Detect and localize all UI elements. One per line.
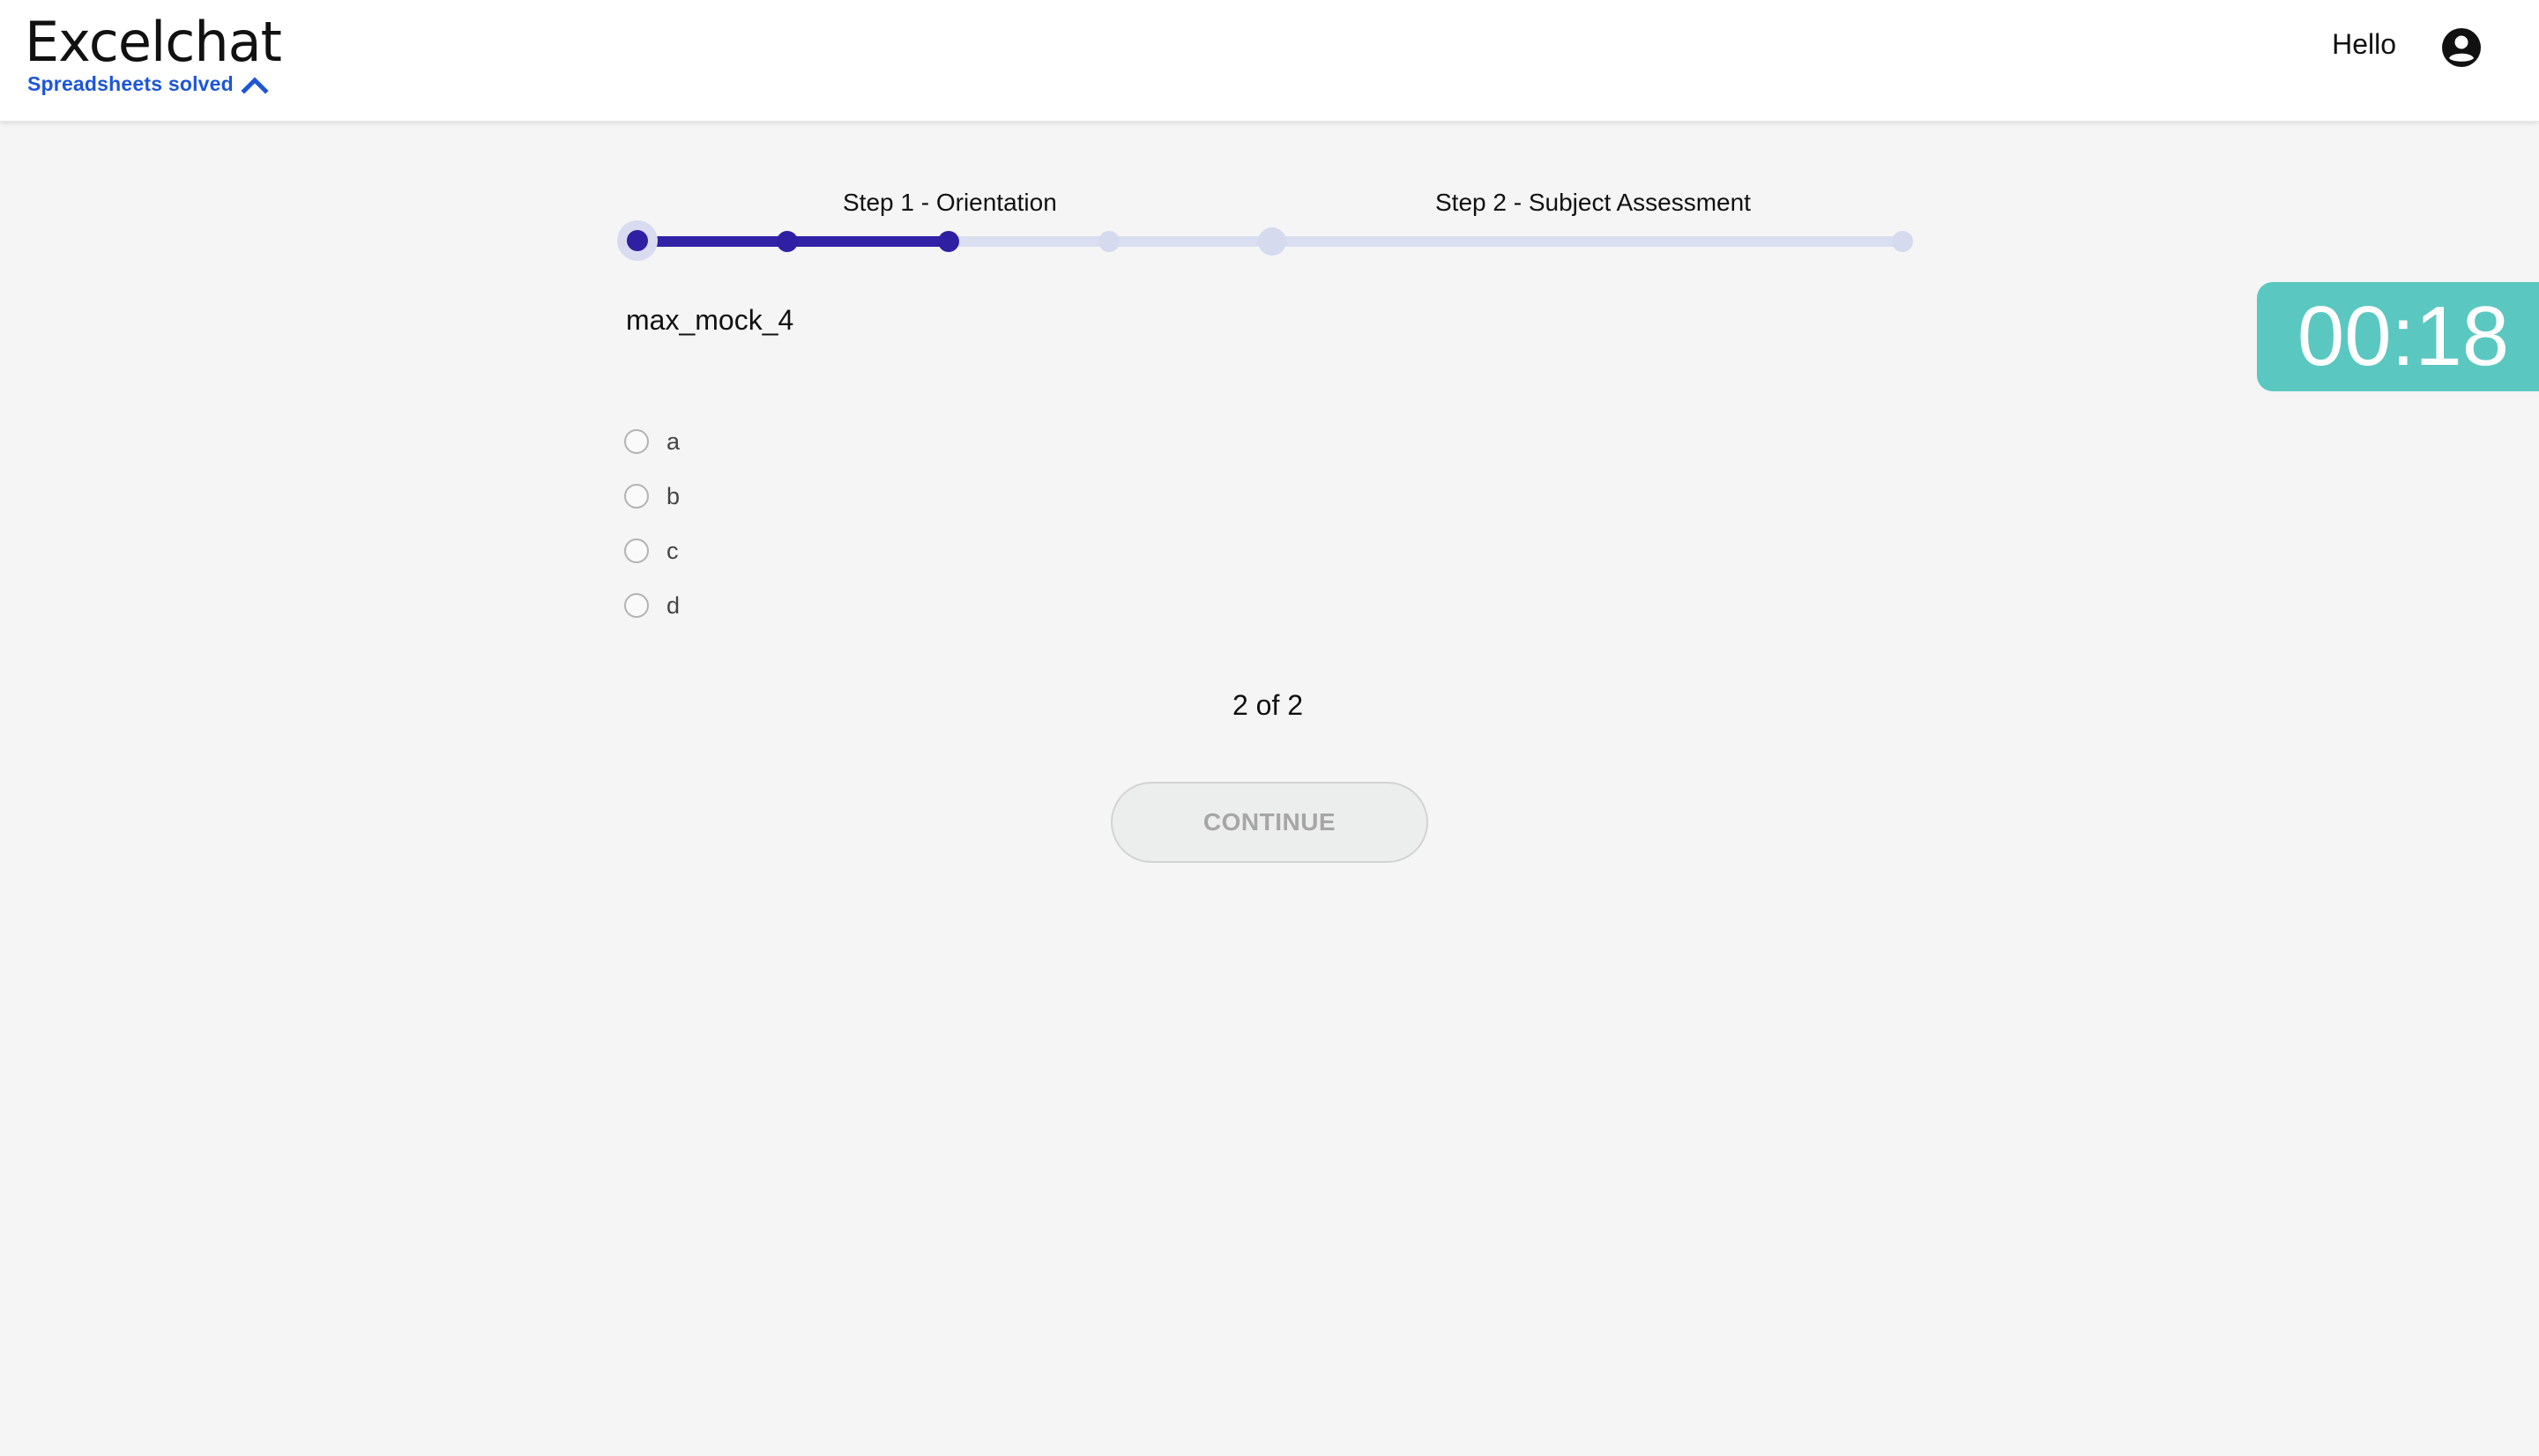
question-progress-row: 2 of 2 bbox=[0, 689, 2539, 722]
countdown-timer: 00:18 bbox=[2257, 282, 2539, 391]
radio-button[interactable] bbox=[624, 429, 649, 454]
step-1-label: Step 1 - Orientation bbox=[843, 189, 1057, 216]
step-2-label: Step 2 - Subject Assessment bbox=[1435, 189, 1751, 216]
stepper-dot-current bbox=[938, 231, 959, 252]
stepper-dot-pending bbox=[1098, 231, 1120, 252]
brand-name: Excelchat bbox=[25, 10, 282, 74]
greeting-text: Hello bbox=[2332, 28, 2396, 60]
stepper-dot-end bbox=[1892, 231, 1913, 252]
account-button[interactable] bbox=[2440, 26, 2483, 69]
question-progress: 2 of 2 bbox=[1232, 689, 1304, 721]
top-header: Excelchat Spreadsheets solved Hello bbox=[0, 0, 2539, 122]
stepper-dot-start bbox=[627, 230, 648, 251]
account-circle-icon bbox=[2442, 28, 2481, 67]
brand-tagline: Spreadsheets solved bbox=[27, 72, 234, 95]
radio-button[interactable] bbox=[624, 484, 649, 509]
answer-option-d[interactable]: d bbox=[624, 578, 680, 633]
question-title: max_mock_4 bbox=[626, 304, 794, 336]
brand-tagline-row: Spreadsheets solved bbox=[27, 72, 281, 96]
answer-options: a b c d bbox=[624, 414, 680, 633]
stepper-dot-completed bbox=[777, 231, 798, 252]
radio-button[interactable] bbox=[624, 539, 649, 563]
radio-button[interactable] bbox=[624, 593, 649, 618]
excelchat-logo[interactable]: Excelchat Spreadsheets solved bbox=[25, 10, 282, 96]
answer-option-a[interactable]: a bbox=[624, 414, 680, 469]
continue-button[interactable]: CONTINUE bbox=[1111, 782, 1428, 863]
answer-option-label: d bbox=[666, 591, 681, 619]
answer-option-c[interactable]: c bbox=[624, 524, 680, 578]
answer-option-label: b bbox=[666, 482, 681, 509]
progress-stepper: Step 1 - Orientation Step 2 - Subject As… bbox=[617, 176, 1922, 264]
chevron-up-icon bbox=[241, 76, 269, 94]
answer-option-label: c bbox=[666, 537, 679, 564]
answer-option-label: a bbox=[666, 427, 681, 455]
stepper-dot-step-2 bbox=[1258, 227, 1286, 256]
answer-option-b[interactable]: b bbox=[624, 469, 680, 524]
